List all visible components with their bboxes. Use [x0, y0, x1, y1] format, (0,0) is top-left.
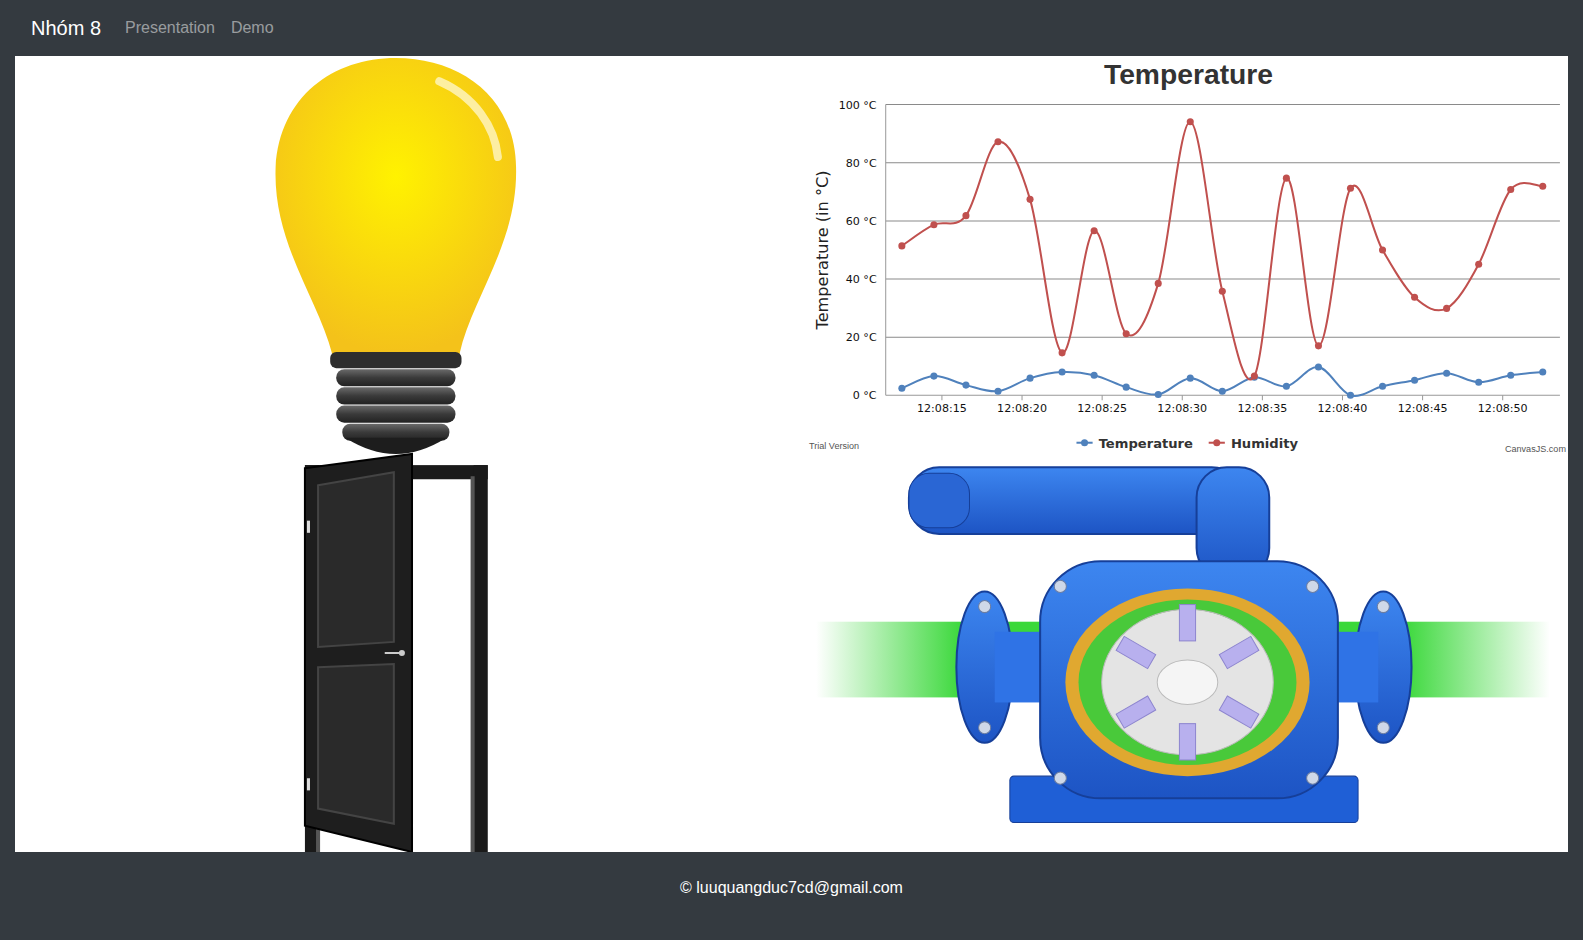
y-tick: 20 °C: [846, 331, 877, 344]
data-point[interactable]: [994, 388, 1001, 395]
x-tick-mark: [1262, 395, 1263, 400]
grid-line: [886, 395, 1560, 396]
nav-link[interactable]: Demo: [223, 19, 282, 37]
data-point[interactable]: [1315, 342, 1322, 349]
x-tick-mark: [1102, 395, 1103, 400]
data-point[interactable]: [1411, 294, 1418, 301]
main-content: Temperature 0 °C 20 °C 40 °C 60 °C 80 °C 100 °…: [15, 56, 1568, 852]
data-point[interactable]: [1443, 305, 1450, 312]
data-point[interactable]: [1379, 246, 1386, 253]
nav-link[interactable]: Presentation: [117, 19, 223, 37]
x-label: 12:08:15: [917, 402, 967, 415]
data-point[interactable]: [1475, 379, 1482, 386]
data-point[interactable]: [1507, 372, 1514, 379]
data-point[interactable]: [898, 242, 905, 249]
x-tick-mark: [1182, 395, 1183, 400]
footer-text: © luuquangduc7cd@gmail.com: [680, 879, 903, 896]
light-bulb-icon[interactable]: [275, 58, 516, 454]
data-point[interactable]: [898, 385, 905, 392]
data-point[interactable]: [1475, 261, 1482, 268]
data-point[interactable]: [1091, 372, 1098, 379]
data-point[interactable]: [1283, 383, 1290, 390]
x-label: 12:08:30: [1157, 402, 1207, 415]
grid-line: [886, 279, 1560, 280]
navbar: Nhóm 8 PresentationDemo: [0, 0, 1583, 56]
data-point[interactable]: [930, 221, 937, 228]
data-point[interactable]: [1123, 384, 1130, 391]
legend-item[interactable]: Temperature: [1076, 436, 1193, 451]
y-tick: 80 °C: [846, 157, 877, 170]
y-tick: 60 °C: [846, 215, 877, 228]
page: Nhóm 8 PresentationDemo Temperature 0 °C 2…: [0, 0, 1583, 940]
x-tick-mark: [1342, 395, 1343, 400]
data-point[interactable]: [1187, 118, 1194, 125]
legend-label: Temperature: [1099, 436, 1193, 451]
data-point[interactable]: [962, 382, 969, 389]
pump-icon[interactable]: [808, 455, 1568, 852]
footer: © luuquangduc7cd@gmail.com: [0, 852, 1583, 940]
monitor-panel: Temperature 0 °C 20 °C 40 °C 60 °C 80 °C 100 °…: [808, 56, 1568, 852]
data-point[interactable]: [1411, 377, 1418, 384]
brand[interactable]: Nhóm 8: [31, 17, 101, 40]
x-label: 12:08:50: [1478, 402, 1528, 415]
data-point[interactable]: [1315, 364, 1322, 371]
data-point[interactable]: [1539, 183, 1546, 190]
data-point[interactable]: [1027, 375, 1034, 382]
data-point[interactable]: [994, 138, 1001, 145]
x-tick-mark: [1502, 395, 1503, 400]
chart-title: Temperature: [1104, 58, 1273, 90]
data-point[interactable]: [1219, 288, 1226, 295]
data-point[interactable]: [1059, 349, 1066, 356]
data-point[interactable]: [1059, 369, 1066, 376]
legend-item[interactable]: Humidity: [1209, 436, 1299, 451]
x-label: 12:08:20: [997, 402, 1047, 415]
data-point[interactable]: [1443, 370, 1450, 377]
temperature-chart: Temperature 0 °C 20 °C 40 °C 60 °C 80 °C 100 °…: [808, 56, 1568, 455]
y-axis: [885, 105, 886, 396]
x-label: 12:08:25: [1077, 402, 1127, 415]
data-point[interactable]: [1507, 186, 1514, 193]
data-point[interactable]: [1347, 185, 1354, 192]
data-point[interactable]: [1219, 388, 1226, 395]
x-label: 12:08:35: [1237, 402, 1287, 415]
data-point[interactable]: [1091, 227, 1098, 234]
data-point[interactable]: [1379, 383, 1386, 390]
series-line: [902, 367, 1543, 396]
grid-line: [886, 337, 1560, 338]
credit[interactable]: CanvasJS.com: [1505, 444, 1566, 454]
y-tick: 40 °C: [846, 273, 877, 286]
data-point[interactable]: [1347, 392, 1354, 399]
data-point[interactable]: [1187, 375, 1194, 382]
x-tick-mark: [1422, 395, 1423, 400]
y-tick: 100 °C: [839, 99, 877, 112]
legend-label: Humidity: [1231, 436, 1299, 451]
data-point[interactable]: [962, 212, 969, 219]
data-point[interactable]: [1155, 391, 1162, 398]
y-axis-title: Temperature (in °C): [813, 170, 832, 330]
x-label: 12:08:45: [1398, 402, 1448, 415]
data-point[interactable]: [1283, 175, 1290, 182]
devices-panel: [15, 56, 808, 852]
door-icon[interactable]: [305, 454, 488, 852]
data-point[interactable]: [1123, 330, 1130, 337]
grid-line: [886, 104, 1560, 105]
data-point[interactable]: [1027, 196, 1034, 203]
grid-line: [886, 220, 1560, 221]
series-line: [902, 122, 1543, 380]
data-point[interactable]: [1155, 280, 1162, 287]
devices-illustration: [15, 56, 808, 852]
data-point[interactable]: [1251, 373, 1258, 380]
x-label: 12:08:40: [1318, 402, 1368, 415]
data-point[interactable]: [1539, 369, 1546, 376]
x-tick-mark: [941, 395, 942, 400]
y-tick: 0 °C: [853, 389, 877, 402]
x-tick-mark: [1022, 395, 1023, 400]
data-point[interactable]: [930, 373, 937, 380]
watermark: Trial Version: [809, 441, 859, 451]
